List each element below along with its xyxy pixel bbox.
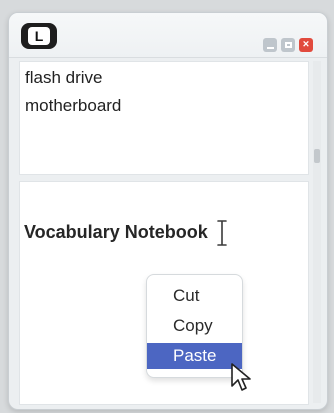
- window-titlebar[interactable]: L ×: [9, 13, 327, 58]
- context-menu: Cut Copy Paste: [146, 274, 243, 378]
- mouse-pointer-icon: [231, 363, 251, 391]
- minimize-button[interactable]: [263, 38, 277, 52]
- menu-item-paste[interactable]: Paste: [147, 343, 242, 369]
- scrollbar[interactable]: [313, 61, 321, 403]
- menu-item-cut[interactable]: Cut: [147, 283, 242, 309]
- editor-text[interactable]: Vocabulary Notebook: [24, 222, 208, 243]
- ibeam-cursor-icon: [217, 220, 227, 246]
- maximize-icon: [284, 42, 292, 48]
- menu-item-copy[interactable]: Copy: [147, 313, 242, 339]
- maximize-button[interactable]: [281, 38, 295, 52]
- close-icon: ×: [302, 38, 310, 50]
- scrollbar-thumb[interactable]: [314, 149, 320, 163]
- minimize-icon: [266, 46, 274, 49]
- window-controls: ×: [263, 38, 313, 52]
- logo-letter: L: [28, 27, 50, 45]
- list-item[interactable]: flash drive: [25, 68, 102, 88]
- list-item[interactable]: motherboard: [25, 96, 121, 116]
- close-button[interactable]: ×: [299, 38, 313, 52]
- app-logo: L: [21, 23, 57, 49]
